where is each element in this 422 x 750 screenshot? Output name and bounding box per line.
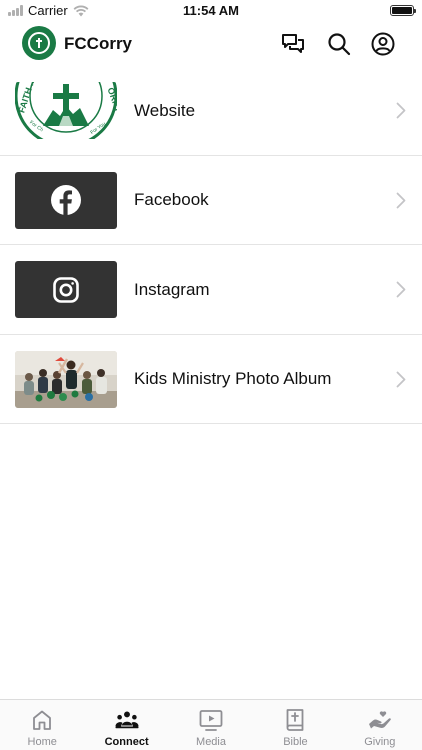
list-item-website[interactable]: FAITH ... CORRY ORRY For Ch For You Webs… [0,66,422,156]
instagram-icon [53,276,79,303]
bible-icon [287,709,304,731]
tab-home[interactable]: Home [0,700,84,750]
search-icon[interactable] [327,32,351,56]
list-item-kids-ministry-album[interactable]: Kids Ministry Photo Album [0,335,422,424]
connect-link-list: FAITH ... CORRY ORRY For Ch For You Webs… [0,66,422,424]
status-time: 11:54 AM [183,3,239,18]
chevron-right-icon [396,102,406,119]
tab-home-label: Home [27,736,57,748]
kids-ministry-album-label: Kids Ministry Photo Album [134,369,332,388]
home-icon [33,710,52,730]
chevron-right-icon [396,371,406,387]
facebook-thumb [15,171,117,229]
people-icon [115,711,139,729]
tab-bible[interactable]: Bible [253,700,337,750]
instagram-thumb [15,261,117,318]
facebook-icon [51,185,81,215]
instagram-label: Instagram [134,279,210,299]
tab-connect-label: Connect [104,736,149,748]
giving-hand-icon [368,711,391,729]
tab-media[interactable]: Media [169,700,253,750]
chat-bubbles-icon[interactable] [281,32,305,56]
kids-photo-thumb [15,350,117,408]
church-logo-thumb: FAITH ... CORRY ORRY For Ch For You [15,82,117,139]
tab-giving[interactable]: Giving [338,700,422,750]
list-item-instagram[interactable]: Instagram [0,245,422,335]
facebook-label: Facebook [134,190,209,209]
app-logo [22,26,56,60]
tab-giving-label: Giving [364,736,396,748]
status-bar: Carrier 11:54 AM [0,0,422,22]
tab-connect[interactable]: Connect [84,700,168,750]
profile-icon[interactable] [371,32,395,56]
chevron-right-icon [396,192,406,208]
app-title: FCCorry [64,34,133,53]
tab-bible-label: Bible [283,736,308,748]
play-screen-icon [199,710,223,731]
bottom-tab-bar: Home Connect Media Bible Giving [0,699,422,750]
tab-media-label: Media [196,736,226,748]
app-header: FCCorry [0,22,422,66]
list-item-facebook[interactable]: Facebook [0,156,422,245]
battery-icon [390,5,416,16]
chevron-right-icon [396,281,406,298]
website-label: Website [134,100,196,120]
